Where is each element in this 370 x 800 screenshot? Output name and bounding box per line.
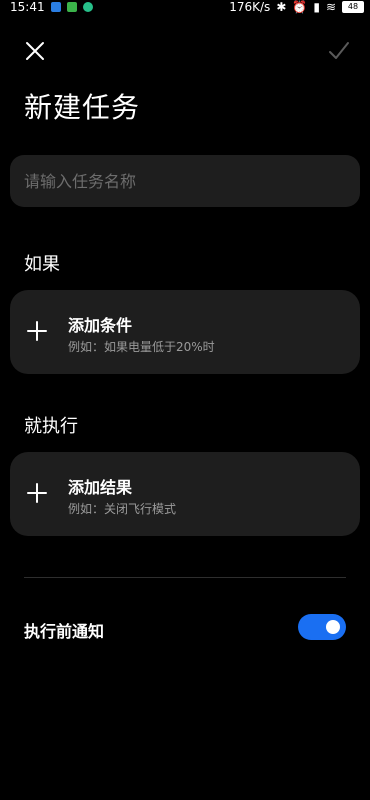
add-condition-title: 添加条件 <box>68 316 133 335</box>
divider <box>24 577 346 578</box>
alarm-icon: ⏰ <box>292 0 308 14</box>
toggle-knob <box>326 620 340 634</box>
signal-icon: ▮ <box>313 0 320 14</box>
task-name-input[interactable] <box>10 155 360 207</box>
bluetooth-icon: ✱ <box>276 0 287 14</box>
page-title: 新建任务 <box>24 91 141 124</box>
plus-icon <box>27 321 47 341</box>
net-speed: 176K/s <box>229 0 271 14</box>
wifi-icon: ≋ <box>325 0 336 14</box>
app-notification-icon <box>50 2 61 12</box>
confirm-button[interactable] <box>326 38 352 64</box>
status-bar: 15:41 176K/s ✱ ⏰ ▮ ≋ 48 <box>0 0 370 14</box>
close-button[interactable] <box>22 38 48 64</box>
add-result-card[interactable]: 添加结果 例如：关闭飞行模式 <box>10 452 360 536</box>
top-bar <box>0 32 370 72</box>
notify-before-toggle[interactable] <box>298 614 346 640</box>
battery-icon: 48 <box>342 1 364 13</box>
status-left: 15:41 <box>10 0 93 14</box>
condition-section-label: 如果 <box>24 254 60 275</box>
status-right: 176K/s ✱ ⏰ ▮ ≋ 48 <box>229 0 364 14</box>
plus-icon <box>27 483 47 503</box>
add-condition-card[interactable]: 添加条件 例如：如果电量低于20%时 <box>10 290 360 374</box>
add-result-example: 例如：关闭飞行模式 <box>68 502 177 516</box>
notify-before-label: 执行前通知 <box>24 622 105 641</box>
app-notification-icon <box>82 2 93 12</box>
result-section-label: 就执行 <box>24 416 78 437</box>
close-icon <box>26 42 44 60</box>
add-condition-example: 例如：如果电量低于20%时 <box>68 340 215 354</box>
status-time: 15:41 <box>10 0 45 14</box>
app-notification-icon <box>66 2 77 12</box>
add-result-title: 添加结果 <box>68 478 133 497</box>
check-icon <box>329 42 349 59</box>
